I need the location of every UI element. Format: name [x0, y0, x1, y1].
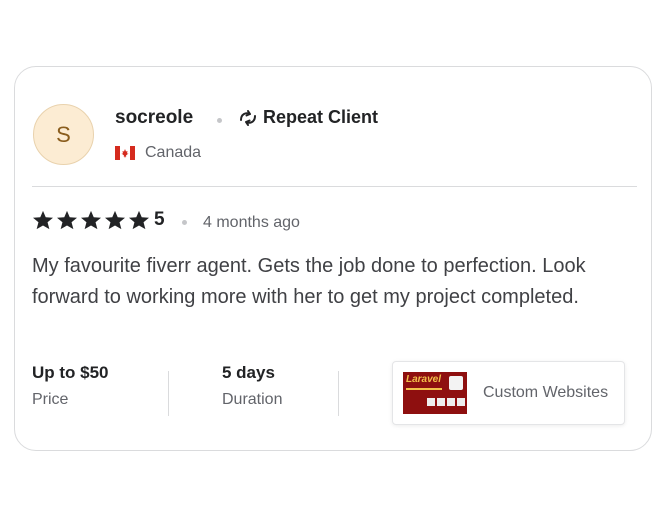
- review-time: 4 months ago: [203, 214, 300, 231]
- repeat-client-badge: Repeat Client: [237, 107, 378, 128]
- rating-value: 5: [154, 209, 165, 230]
- price-value: Up to $50: [32, 363, 109, 382]
- star-icon: [104, 210, 126, 230]
- star-icon: [80, 210, 102, 230]
- duration-value: 5 days: [222, 363, 275, 382]
- thumbnail-tiles: [427, 398, 465, 406]
- divider: [32, 186, 637, 187]
- separator-dot: [217, 118, 222, 123]
- avatar[interactable]: S: [33, 104, 94, 165]
- star-rating: [32, 210, 150, 230]
- star-icon: [32, 210, 54, 230]
- gig-title[interactable]: Custom Websites: [483, 384, 608, 402]
- reviewer-username[interactable]: socreole: [115, 107, 193, 129]
- star-icon: [128, 210, 150, 230]
- canada-flag-icon: [115, 146, 135, 160]
- review-card: S socreole Repeat Client Canada 5 4 mont…: [14, 66, 652, 451]
- repeat-client-icon: [237, 109, 259, 127]
- gig-link[interactable]: Laravel Custom Websites: [392, 361, 625, 425]
- divider: [338, 371, 339, 416]
- review-text: My favourite fiverr agent. Gets the job …: [32, 255, 586, 308]
- duration-label: Duration: [222, 391, 283, 408]
- gig-thumbnail-text: Laravel: [406, 374, 442, 385]
- thumbnail-stripe: [406, 388, 442, 390]
- repeat-client-label: Repeat Client: [263, 107, 379, 127]
- divider: [168, 371, 169, 416]
- laravel-logo-icon: [449, 376, 463, 390]
- star-icon: [56, 210, 78, 230]
- gig-thumbnail: Laravel: [403, 372, 467, 414]
- price-label: Price: [32, 391, 69, 408]
- reviewer-country: Canada: [115, 144, 201, 162]
- separator-dot: [182, 220, 187, 225]
- avatar-initial: S: [56, 121, 71, 147]
- country-name: Canada: [145, 144, 202, 161]
- rating: 5: [32, 209, 165, 231]
